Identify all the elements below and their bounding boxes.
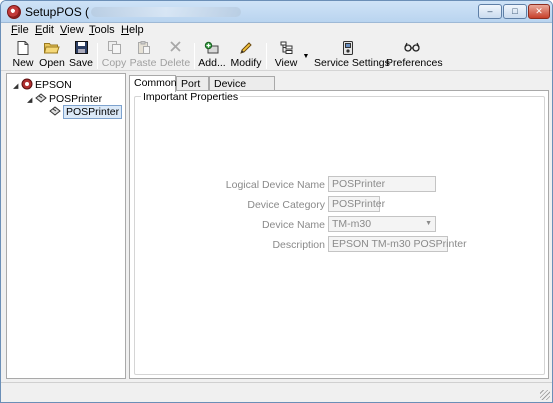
new-button[interactable]: New <box>9 41 37 71</box>
menu-edit[interactable]: Edit <box>35 24 54 36</box>
service-settings-button[interactable]: Service Settings <box>314 41 390 71</box>
save-button-label: Save <box>69 57 93 69</box>
resize-grip-icon[interactable] <box>540 390 550 400</box>
device-name-label: Device Name <box>261 219 325 231</box>
delete-button[interactable]: Delete <box>159 41 191 71</box>
view-button[interactable]: View <box>271 41 301 71</box>
status-bar <box>1 382 552 402</box>
device-name-dropdown: TM-m30 ▼ <box>328 216 436 232</box>
copy-button[interactable]: Copy <box>100 41 128 71</box>
window-title: SetupPOS ( <box>25 5 90 19</box>
toolbar-separator <box>266 43 267 69</box>
description-label: Description <box>272 239 325 251</box>
new-button-label: New <box>12 57 34 69</box>
tree-node-label: EPSON <box>35 79 72 91</box>
menu-help-rest: elp <box>128 24 144 36</box>
new-document-icon <box>9 41 37 55</box>
menu-help[interactable]: Help <box>121 24 144 36</box>
modify-button[interactable]: Modify <box>229 41 263 71</box>
printer-icon <box>35 92 47 104</box>
device-tree[interactable]: ◢ EPSON ◢ POSPrinter POSPrinter <box>6 73 126 379</box>
app-window: SetupPOS ( – □ ✕ File Edit View Tools He… <box>0 0 553 403</box>
toolbar: New Open Save Copy Paste Delete Add... M… <box>1 39 552 71</box>
save-button[interactable]: Save <box>67 41 95 71</box>
tab-strip: Common Port Device Details <box>129 75 549 104</box>
paste-button-label: Paste <box>129 57 157 69</box>
toolbar-separator <box>194 43 195 69</box>
view-dropdown-arrow[interactable]: ▼ <box>301 49 311 60</box>
add-device-icon <box>198 41 226 55</box>
menu-file-rest: ile <box>17 24 29 36</box>
pencil-icon <box>229 41 263 55</box>
preferences-button[interactable]: Preferences <box>386 41 443 71</box>
tree-node-posprinter-device[interactable]: POSPrinter <box>49 105 123 119</box>
menu-view-rest: iew <box>67 24 84 36</box>
title-bar[interactable]: SetupPOS ( – □ ✕ <box>1 1 552 23</box>
menu-edit-rest: dit <box>42 24 54 36</box>
menu-bar: File Edit View Tools Help <box>1 23 552 38</box>
service-settings-icon <box>314 41 382 55</box>
copy-button-label: Copy <box>101 57 127 69</box>
menu-file-mnemonic: F <box>11 24 18 36</box>
glasses-icon <box>386 41 438 55</box>
service-settings-button-label: Service Settings <box>314 57 390 69</box>
open-button[interactable]: Open <box>37 41 67 71</box>
menu-view[interactable]: View <box>60 24 84 36</box>
open-folder-icon <box>37 41 67 55</box>
tab-port[interactable]: Port <box>176 76 209 91</box>
device-category-label: Device Category <box>247 199 325 211</box>
description-field: EPSON TM-m30 POSPrinter <box>328 236 467 252</box>
tab-panel-common: Important Properties Logical Device Name… <box>129 90 549 379</box>
toolbar-separator <box>97 43 98 69</box>
minimize-button[interactable]: – <box>478 4 502 19</box>
group-title: Important Properties <box>141 91 241 103</box>
modify-button-label: Modify <box>230 57 262 69</box>
preferences-button-label: Preferences <box>386 57 443 69</box>
collapse-triangle-icon[interactable]: ◢ <box>27 96 35 104</box>
tree-node-posprinter-category[interactable]: ◢ POSPrinter <box>27 92 102 106</box>
chevron-down-icon: ▼ <box>302 53 310 60</box>
menu-tools-rest: ools <box>94 24 115 36</box>
open-button-label: Open <box>39 57 65 69</box>
important-properties-group: Important Properties Logical Device Name… <box>134 91 545 375</box>
tab-device-details[interactable]: Device Details <box>209 76 275 104</box>
add-button[interactable]: Add... <box>198 41 226 71</box>
printer-icon <box>49 105 61 117</box>
paste-icon <box>129 41 157 55</box>
view-button-label: View <box>274 57 298 69</box>
menu-tools[interactable]: Tools <box>89 24 115 36</box>
maximize-button[interactable]: □ <box>503 4 527 19</box>
collapse-triangle-icon[interactable]: ◢ <box>13 82 21 90</box>
device-name-value: TM-m30 <box>332 218 372 230</box>
copy-icon <box>100 41 128 55</box>
tab-common[interactable]: Common <box>129 75 177 92</box>
chevron-down-icon: ▼ <box>425 220 432 227</box>
close-button[interactable]: ✕ <box>528 4 550 19</box>
menu-help-mnemonic: H <box>121 24 129 36</box>
epson-logo-icon <box>21 78 33 90</box>
floppy-disk-icon <box>67 41 95 55</box>
tree-node-epson[interactable]: ◢ EPSON <box>13 78 72 92</box>
paste-button[interactable]: Paste <box>129 41 157 71</box>
title-obscured-region <box>91 7 241 17</box>
tree-node-label: POSPrinter <box>63 105 123 119</box>
logical-device-name-field: POSPrinter <box>328 176 436 192</box>
add-button-label: Add... <box>198 57 226 69</box>
tree-node-label: POSPrinter <box>49 93 103 105</box>
device-category-field: POSPrinter <box>328 196 385 212</box>
logical-device-name-label: Logical Device Name <box>225 179 325 191</box>
delete-button-label: Delete <box>159 57 191 69</box>
tree-view-icon <box>271 41 301 55</box>
delete-x-icon <box>159 41 191 55</box>
menu-file[interactable]: File <box>11 24 29 36</box>
setuppos-app-icon <box>7 5 21 19</box>
